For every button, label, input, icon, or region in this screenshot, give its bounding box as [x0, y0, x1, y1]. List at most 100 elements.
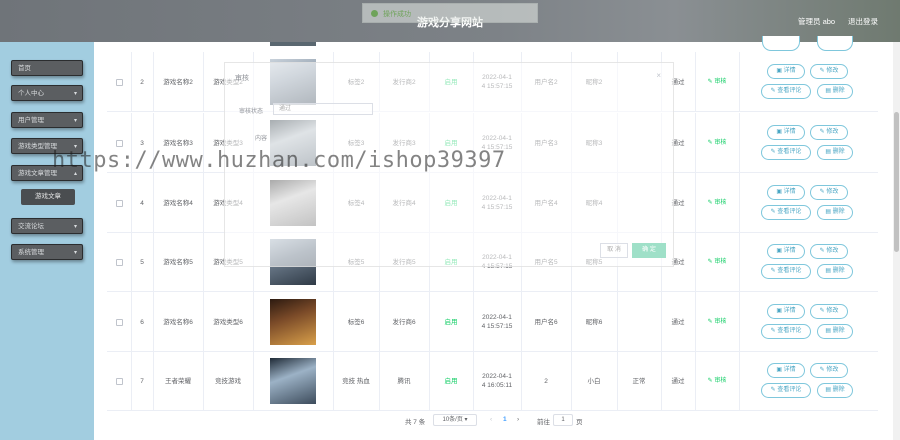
detail-button[interactable]: ▣ 详情	[767, 363, 805, 378]
cell-name: 游戏名称6	[163, 318, 193, 326]
audit-link[interactable]: ✎ 审核	[695, 351, 739, 411]
audit-link[interactable]: ✎ 审核	[695, 232, 739, 292]
partial-delete-button[interactable]	[817, 36, 853, 51]
cell-publisher: 腾讯	[397, 377, 411, 385]
table-row: 6 游戏名称6 游戏类型6 标签6 发行商6 启用 2022-04-1 4 15:57:15 用…	[107, 292, 878, 352]
cell-extra: 正常	[632, 377, 646, 385]
sidebar	[0, 42, 94, 440]
column-divider	[739, 292, 740, 352]
scrollbar[interactable]	[893, 42, 900, 440]
detail-button[interactable]: ▣ 详情	[767, 185, 805, 200]
page-size-select[interactable]: 10条/页 ▾	[433, 414, 477, 426]
row-checkbox-cell	[107, 232, 131, 292]
partial-comments-button[interactable]	[762, 36, 800, 51]
sidebar-item-label: 用户管理	[18, 117, 44, 124]
view-comments-button[interactable]: ✎ 查看评论	[761, 205, 811, 220]
goto-page-input[interactable]: 1	[553, 414, 573, 426]
column-divider	[739, 232, 740, 292]
delete-button[interactable]: ▤ 删除	[817, 324, 853, 339]
table-row: 7 王者荣耀 竞技游戏 竞技 热血 腾讯 启用 2022-04-1 4 16:05:11 2 小白…	[107, 351, 878, 411]
delete-button[interactable]: ▤ 删除	[817, 145, 853, 160]
cell-idx: 7	[140, 377, 144, 385]
audit-link[interactable]: ✎ 审核	[695, 173, 739, 233]
sidebar-item-home[interactable]: 首页	[11, 60, 83, 76]
chevron-down-icon: ▾	[73, 224, 77, 230]
cell-idx: 2	[140, 78, 144, 86]
delete-button[interactable]: ▤ 删除	[817, 205, 853, 220]
page-size-value: 10条/页	[442, 417, 463, 423]
row-checkbox[interactable]	[115, 199, 123, 207]
toast-text: 操作成功	[383, 11, 411, 18]
pagination-total: 共 7 条	[405, 419, 426, 426]
sidebar-item-forum[interactable]: 交流论坛 ▾	[11, 218, 83, 234]
row-checkbox[interactable]	[115, 78, 123, 86]
cell-idx: 5	[140, 258, 144, 266]
status-select[interactable]: 通过	[273, 103, 373, 115]
game-image[interactable]	[270, 358, 316, 404]
edit-button[interactable]: ✎ 修改	[810, 304, 848, 319]
view-comments-button[interactable]: ✎ 查看评论	[761, 383, 811, 398]
cell-name: 游戏名称4	[163, 199, 193, 207]
edit-button[interactable]: ✎ 修改	[810, 363, 848, 378]
watermark: https://www.huzhan.com/ishop39397	[52, 148, 506, 173]
confirm-button[interactable]: 确 定	[632, 243, 666, 258]
cell-name: 王者荣耀	[165, 377, 191, 385]
sidebar-subitem-articles[interactable]: 游戏文章	[21, 189, 75, 205]
chevron-down-icon: ▾	[73, 118, 77, 124]
cell-extra	[617, 292, 661, 352]
edit-button[interactable]: ✎ 修改	[810, 125, 848, 140]
detail-button[interactable]: ▣ 详情	[767, 304, 805, 319]
row-checkbox[interactable]	[115, 318, 123, 326]
detail-button[interactable]: ▣ 详情	[767, 64, 805, 79]
next-page-icon[interactable]: ›	[517, 416, 519, 423]
view-comments-button[interactable]: ✎ 查看评论	[761, 264, 811, 279]
row-checkbox-cell	[107, 52, 131, 112]
view-comments-button[interactable]: ✎ 查看评论	[761, 84, 811, 99]
chevron-down-icon: ▾	[73, 250, 77, 256]
row-checkbox-cell	[107, 173, 131, 233]
view-comments-button[interactable]: ✎ 查看评论	[761, 324, 811, 339]
row-checkbox[interactable]	[115, 258, 123, 266]
column-divider	[739, 351, 740, 411]
row-checkbox[interactable]	[115, 377, 123, 385]
status-label: 审核状态	[239, 109, 264, 115]
game-image-cell	[253, 351, 333, 411]
cell-username: 2	[544, 377, 548, 385]
view-comments-button[interactable]: ✎ 查看评论	[761, 145, 811, 160]
cell-publisher: 发行商6	[392, 318, 416, 326]
sidebar-item-system[interactable]: 系统管理 ▾	[11, 244, 83, 260]
sidebar-item-profile[interactable]: 个人中心 ▾	[11, 85, 83, 101]
cell-tag: 竞技 热血	[342, 377, 370, 385]
game-image[interactable]	[270, 299, 316, 345]
delete-button[interactable]: ▤ 删除	[817, 264, 853, 279]
delete-button[interactable]: ▤ 删除	[817, 383, 853, 398]
cancel-button[interactable]: 取 消	[600, 243, 628, 258]
current-page[interactable]: 1	[503, 416, 507, 423]
detail-button[interactable]: ▣ 详情	[767, 244, 805, 259]
edit-button[interactable]: ✎ 修改	[810, 185, 848, 200]
delete-button[interactable]: ▤ 删除	[817, 84, 853, 99]
edit-button[interactable]: ✎ 修改	[810, 244, 848, 259]
current-user: 管理员 abo	[798, 17, 836, 26]
prev-page-icon[interactable]: ‹	[490, 416, 492, 423]
sidebar-item-users[interactable]: 用户管理 ▾	[11, 112, 83, 128]
chevron-down-icon: ▾	[73, 91, 77, 97]
cell-name: 游戏名称5	[163, 258, 193, 266]
scrollbar-thumb[interactable]	[894, 112, 899, 252]
page-suffix: 页	[576, 419, 583, 426]
logout-link[interactable]: 退出登录	[848, 16, 878, 27]
audit-link[interactable]: ✎ 审核	[695, 292, 739, 352]
detail-button[interactable]: ▣ 详情	[767, 125, 805, 140]
audit-link[interactable]: ✎ 审核	[695, 113, 739, 173]
row-checkbox[interactable]	[115, 139, 123, 147]
cell-tag: 标签6	[347, 318, 365, 326]
cell-idx: 4	[140, 199, 144, 207]
sidebar-item-label: 首页	[18, 65, 31, 72]
audit-link[interactable]: ✎ 审核	[695, 52, 739, 112]
column-divider	[739, 173, 740, 233]
cell-audit_result: 通过	[671, 377, 685, 385]
goto-label: 前往	[537, 419, 550, 426]
cell-name: 游戏名称2	[163, 78, 193, 86]
close-icon[interactable]: ×	[656, 71, 661, 80]
edit-button[interactable]: ✎ 修改	[810, 64, 848, 79]
